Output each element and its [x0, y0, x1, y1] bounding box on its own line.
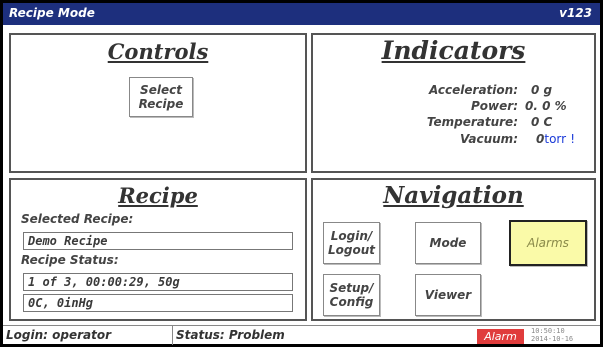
viewer-button[interactable]: Viewer: [415, 274, 481, 316]
recipe-status-line2: 0C, 0inHg: [23, 294, 293, 312]
alarm-badge[interactable]: Alarm: [477, 329, 524, 344]
vacuum-value: 0torr !: [536, 132, 575, 146]
recipe-title: Recipe: [118, 183, 198, 208]
status-bar: Login: operator Status: Problem Alarm 10…: [3, 325, 600, 345]
select-recipe-button[interactable]: Select Recipe: [129, 77, 193, 117]
system-status: Status: Problem: [176, 328, 285, 342]
recipe-status-label: Recipe Status:: [21, 253, 119, 267]
acceleration-value: 0 g: [531, 83, 553, 97]
selected-recipe-label: Selected Recipe:: [21, 212, 134, 226]
alarms-button[interactable]: Alarms: [509, 220, 587, 266]
mode-title: Recipe Mode: [9, 6, 95, 20]
navigation-panel: Navigation Login/ Logout Mode Alarms Set…: [311, 178, 596, 321]
vacuum-label: Vacuum:: [460, 132, 518, 146]
temperature-value: 0 C: [531, 115, 553, 129]
indicators-title: Indicators: [381, 36, 526, 65]
clock-date: 2014-10-16: [531, 335, 574, 343]
vacuum-suffix: !: [570, 132, 576, 146]
power-label: Power:: [471, 99, 518, 113]
clock: 10:50:10 2014-10-16: [531, 327, 597, 343]
temperature-label: Temperature:: [426, 115, 518, 129]
controls-panel: Controls Select Recipe: [9, 33, 307, 173]
acceleration-label: Acceleration:: [429, 83, 518, 97]
recipe-panel: Recipe Selected Recipe: Demo Recipe Reci…: [9, 178, 307, 321]
clock-time: 10:50:10: [531, 327, 565, 335]
version-label: v123: [559, 6, 592, 20]
login-logout-button[interactable]: Login/ Logout: [323, 222, 380, 264]
navigation-title: Navigation: [383, 182, 524, 209]
selected-recipe-field: Demo Recipe: [23, 232, 293, 250]
indicators-panel: Indicators Acceleration: 0 g Power: 0. 0…: [311, 33, 596, 173]
controls-title: Controls: [107, 39, 209, 64]
power-value: 0. 0 %: [525, 99, 567, 113]
title-bar: Recipe Mode v123: [3, 3, 600, 25]
hmi-screen: Recipe Mode v123 Controls Select Recipe …: [0, 0, 603, 347]
vacuum-unit: torr: [544, 132, 567, 146]
mode-button[interactable]: Mode: [415, 222, 481, 264]
login-status: Login: operator: [3, 326, 173, 345]
recipe-status-line1: 1 of 3, 00:00:29, 50g: [23, 273, 293, 291]
setup-config-button[interactable]: Setup/ Config: [323, 274, 380, 316]
